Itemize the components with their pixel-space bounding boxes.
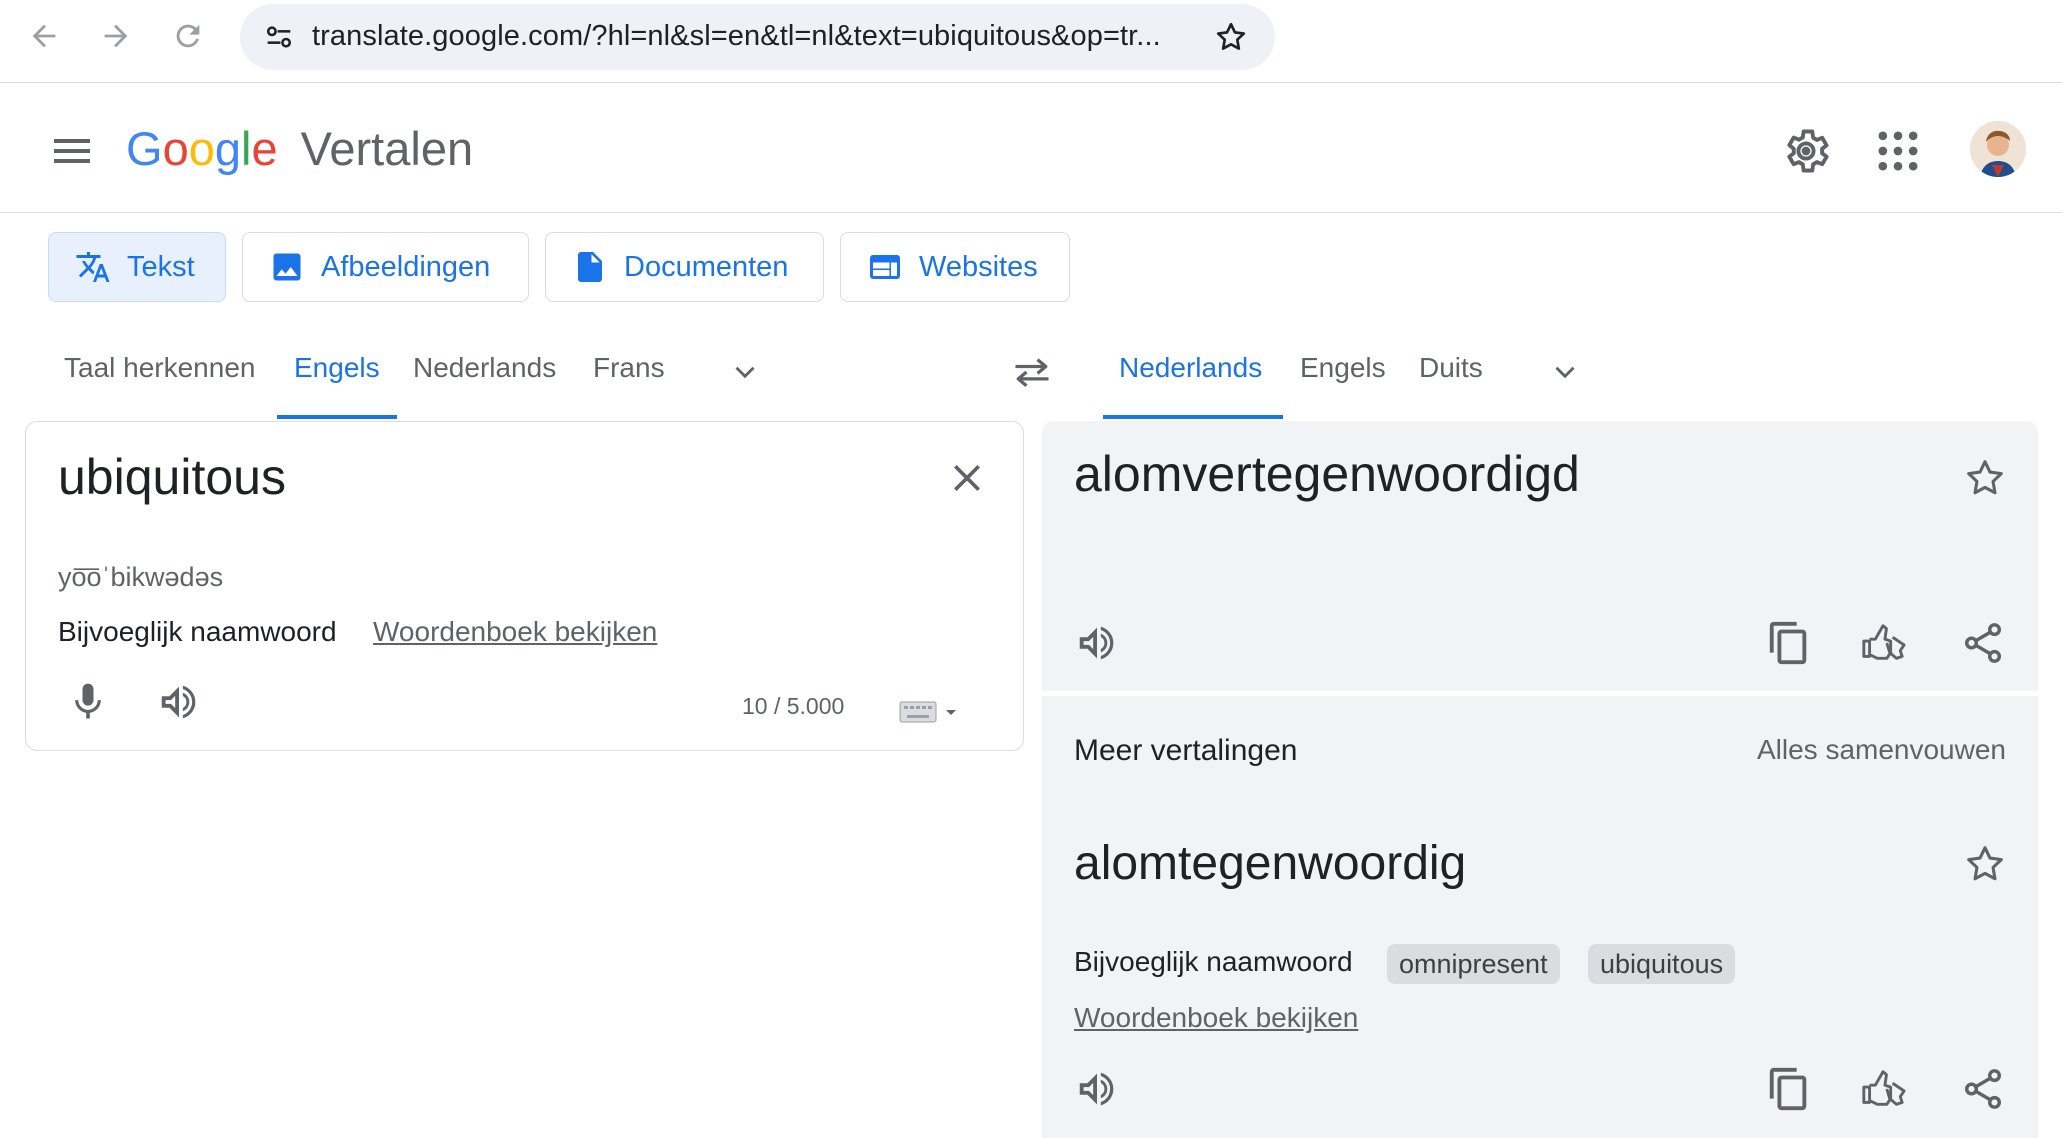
logo-letter: o [162,122,189,175]
save-translation-star-icon[interactable] [1962,455,2008,501]
mode-label: Tekst [127,250,195,283]
target-lang-english[interactable]: Engels [1300,352,1386,384]
target-lang-more-chevron-down-icon[interactable] [1548,355,1582,389]
reload-icon [176,24,200,48]
source-lang-detect[interactable]: Taal herkennen [64,352,255,384]
app-header: Google Vertalen [0,83,2062,213]
mode-images-button[interactable]: Afbeeldingen [242,232,529,302]
user-photo-icon [1970,121,2026,177]
swap-languages-icon[interactable] [1010,355,1054,389]
settings-gear-icon[interactable] [1780,125,1832,177]
part-of-speech: Bijvoeglijk naamwoord [58,616,337,647]
apps-grid-icon[interactable] [1872,125,1924,177]
mode-label: Afbeeldingen [321,250,491,283]
target-lang-active-indicator [1103,415,1283,419]
synonym-chip[interactable]: ubiquitous [1588,944,1736,984]
keyboard-icon[interactable] [898,692,958,726]
source-lang-dutch[interactable]: Nederlands [413,352,556,384]
more-translations-title: Meer vertalingen [1074,734,1298,767]
source-lang-active-indicator [277,415,397,419]
google-translate-logo[interactable]: Google Vertalen [126,121,473,176]
translation-output: alomvertegenwoordigd [1074,446,1580,502]
alternative-dictionary-link[interactable]: Woordenboek bekijken [1074,1002,1358,1034]
account-avatar[interactable] [1970,121,2026,177]
document-icon [578,252,602,282]
share-icon[interactable] [1960,620,2006,666]
clear-text-close-icon[interactable] [947,458,987,498]
mode-websites-button[interactable]: Websites [840,232,1070,302]
target-lang-dutch[interactable]: Nederlands [1119,352,1262,384]
arrow-left-icon [32,24,56,48]
mode-label: Documenten [624,250,789,283]
view-dictionary-link[interactable]: Woordenboek bekijken [373,616,657,648]
alternative-rate-thumbs-icon[interactable] [1860,1066,1906,1112]
source-lang-french[interactable]: Frans [593,352,665,384]
synonym-chip[interactable]: omnipresent [1387,944,1560,984]
address-bar[interactable]: translate.google.com/?hl=nl&sl=en&tl=nl&… [240,4,1275,70]
url-text: translate.google.com/?hl=nl&sl=en&tl=nl&… [312,20,1161,52]
source-text-panel: ubiquitous yo͞oˈbikwədəs Bijvoeglijk naa… [25,421,1024,751]
phonetic-transcription: yo͞oˈbikwədəs [58,562,224,592]
target-speaker-icon[interactable] [1074,620,1120,666]
collapse-all-button[interactable]: Alles samenvouwen [1757,734,2006,766]
hamburger-menu-icon[interactable] [48,127,96,175]
alternative-speaker-icon[interactable] [1074,1066,1120,1112]
mode-documents-button[interactable]: Documenten [545,232,824,302]
more-translations-panel: Meer vertalingen Alles samenvouwen alomt… [1042,696,2038,1138]
alternative-share-icon[interactable] [1960,1066,2006,1112]
alternative-part-of-speech: Bijvoeglijk naamwoord [1074,946,1353,977]
copy-icon[interactable] [1766,620,1812,666]
reload-button[interactable] [162,14,214,58]
mode-label: Websites [919,250,1038,283]
rate-translation-thumbs-icon[interactable] [1860,620,1906,666]
logo-letter: G [126,122,163,175]
logo-letter: g [214,122,241,175]
source-input[interactable]: ubiquitous [58,448,286,506]
translate-icon [76,252,110,282]
logo-letter: l [240,122,252,175]
translation-panel: alomvertegenwoordigd [1042,421,2038,691]
forward-button[interactable] [90,14,142,58]
save-alternative-star-icon[interactable] [1962,841,2008,887]
source-speaker-icon[interactable] [156,679,202,725]
target-lang-german[interactable]: Duits [1419,352,1483,384]
website-icon [870,255,900,279]
bookmark-star-icon[interactable] [1213,19,1249,55]
alternative-translation: alomtegenwoordig [1074,837,1467,890]
logo-letter: e [251,122,278,175]
arrow-right-icon [104,24,128,48]
source-lang-english[interactable]: Engels [294,352,380,384]
source-lang-more-chevron-down-icon[interactable] [728,355,762,389]
character-count: 10 / 5.000 [742,693,845,719]
alternative-copy-icon[interactable] [1766,1066,1812,1112]
microphone-icon[interactable] [66,680,110,724]
browser-toolbar: translate.google.com/?hl=nl&sl=en&tl=nl&… [0,0,2062,83]
site-settings-icon[interactable] [262,20,296,54]
product-name: Vertalen [300,122,474,175]
logo-letter: o [188,122,215,175]
image-icon [273,253,301,281]
mode-text-button[interactable]: Tekst [48,232,226,302]
back-button[interactable] [18,14,70,58]
